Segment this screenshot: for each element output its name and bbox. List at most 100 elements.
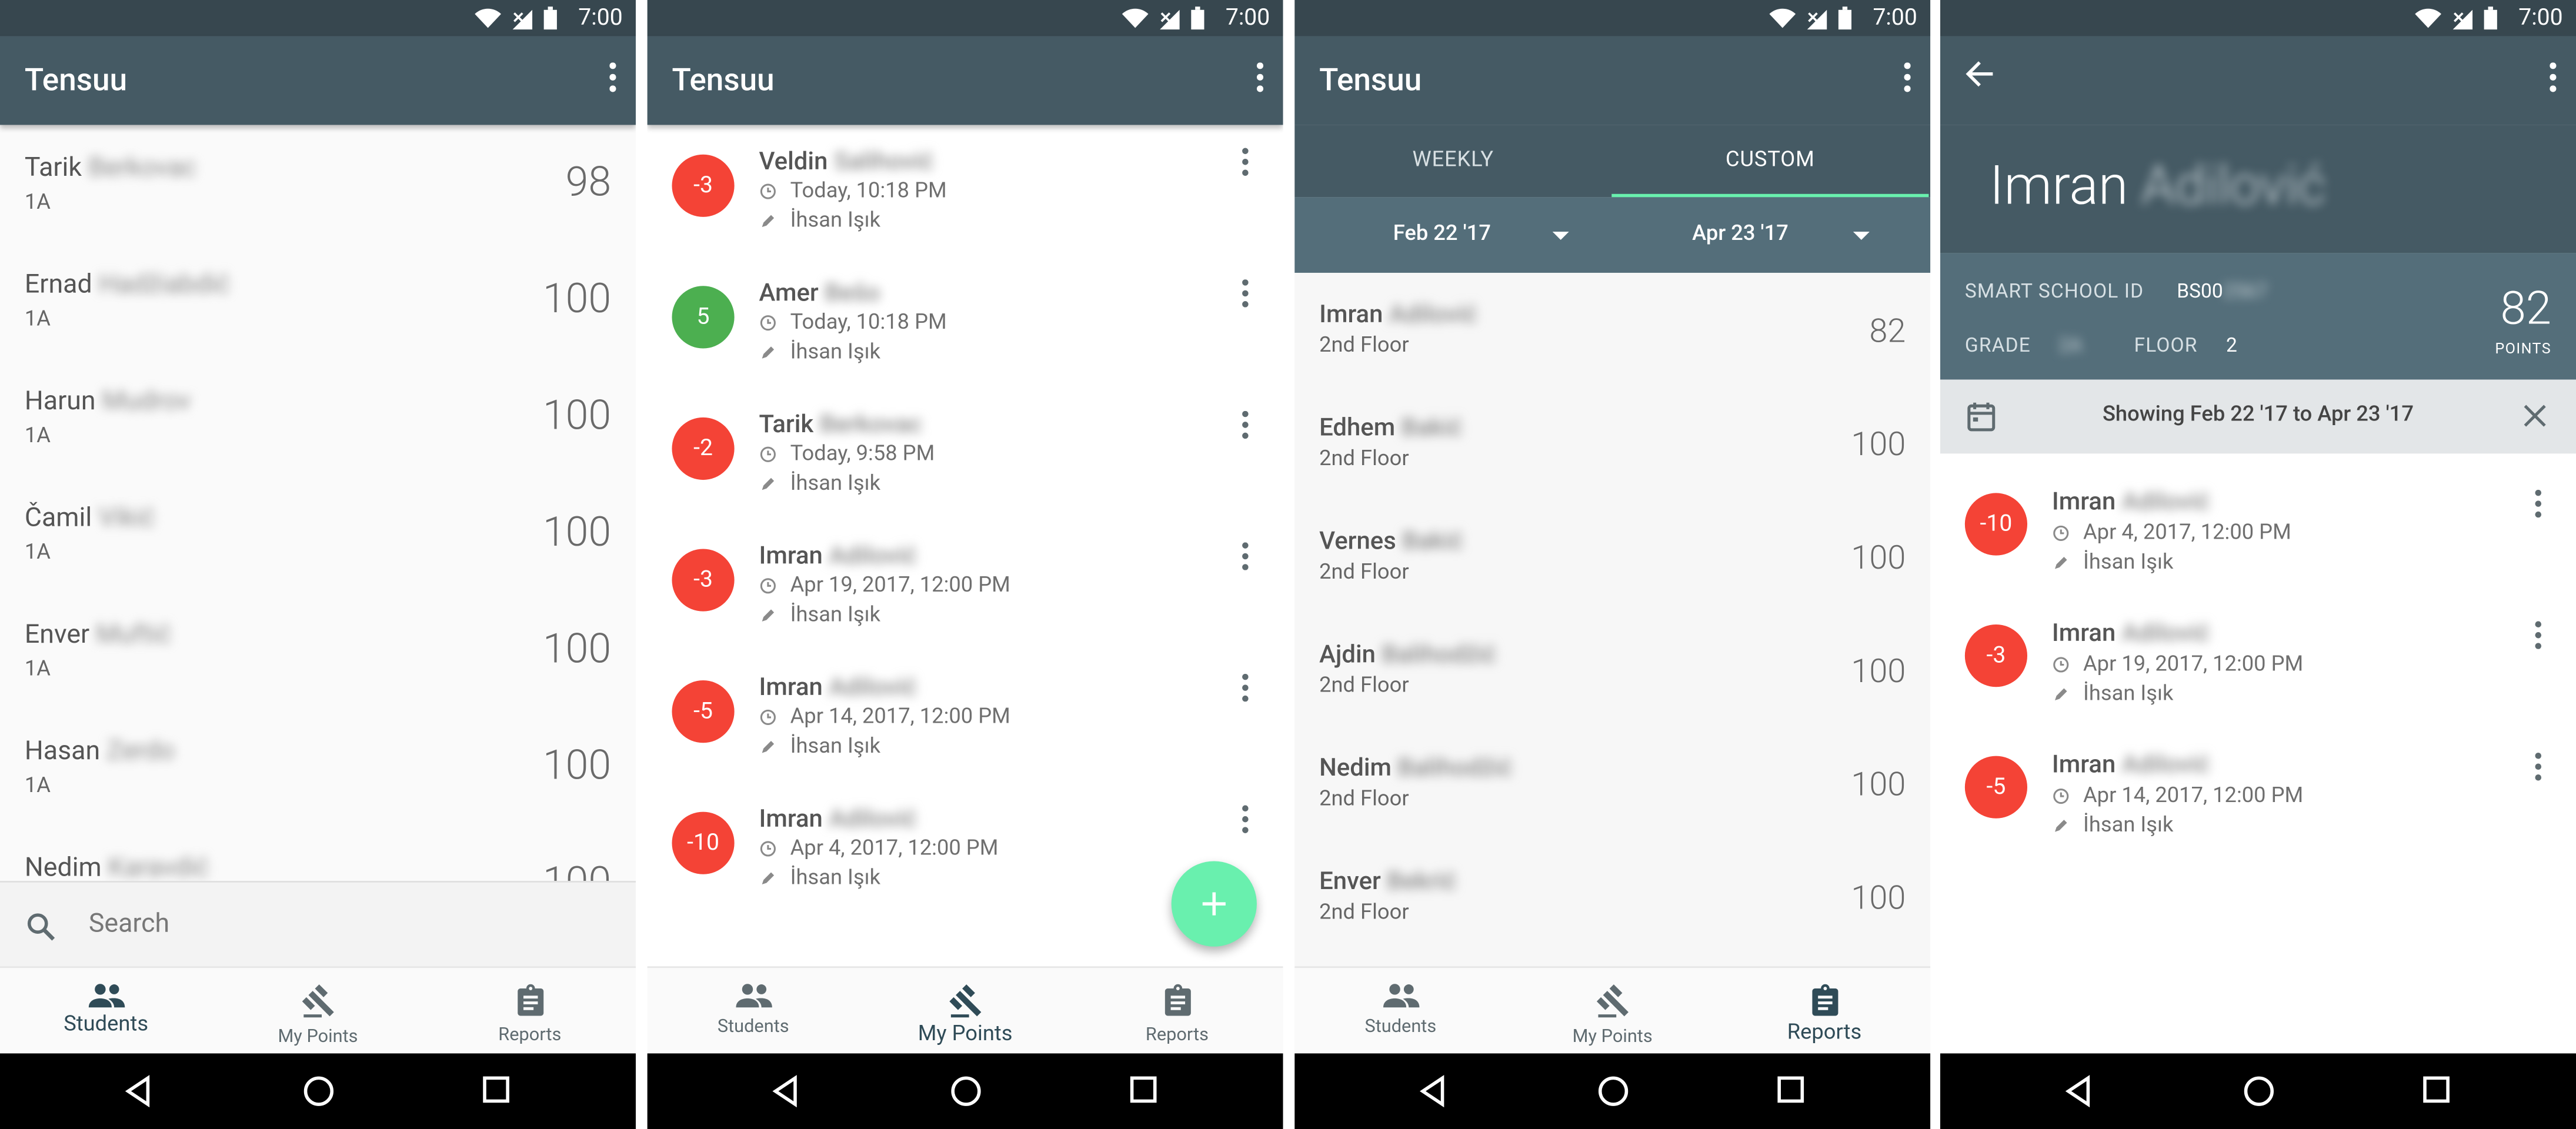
more-options-icon[interactable] [1904,62,1911,92]
app-bar: Tensuu [1294,36,1931,125]
recents-square-icon[interactable] [481,1075,510,1104]
nav-my-points[interactable]: My Points [212,968,423,1055]
point-entry[interactable]: -10 Imran Adilović Apr 4, 2017, 12:00 PM… [1940,463,2576,595]
nav-label: My Points [1572,1025,1653,1047]
more-options-icon[interactable] [2535,753,2541,781]
student-row[interactable]: Čamil Vikić 1A 100 [0,475,636,592]
point-entry[interactable]: -3 Veldin Salihović Today, 10:18 PM İhsa… [648,125,1283,256]
nav-students[interactable]: Students [1294,968,1506,1055]
entry-last-name: Adilović [2121,486,2210,516]
point-entry[interactable]: -3 Imran Adilović Apr 19, 2017, 12:00 PM… [1940,595,2576,727]
entry-author: İhsan Işık [2083,813,2174,839]
date-to-dropdown[interactable]: Apr 23 '17 [1692,197,1788,273]
date-from-dropdown[interactable]: Feb 22 '17 [1393,197,1491,273]
back-triangle-icon[interactable] [2063,1075,2093,1108]
status-bar: 7:00 [0,0,636,36]
report-row[interactable]: Nedim Balihodžić 2nd Floor 100 [1294,726,1930,840]
back-triangle-icon[interactable] [770,1075,800,1108]
app-bar: Tensuu [647,36,1283,125]
student-points: 100 [542,626,612,674]
status-time: 7:00 [1225,5,1270,32]
more-options-icon[interactable] [2535,621,2541,649]
home-circle-icon[interactable] [2243,1075,2275,1108]
nav-label: Reports [498,1024,562,1046]
report-first-name: Nedim [1319,753,1392,783]
point-entry[interactable]: -5 Imran Adilović Apr 14, 2017, 12:00 PM… [1940,726,2576,858]
more-options-icon[interactable] [1242,279,1249,308]
report-first-name: Ajdin [1319,639,1376,669]
home-circle-icon[interactable] [950,1075,983,1108]
nav-students[interactable]: Students [648,968,859,1055]
report-first-name: Vernes [1319,526,1396,556]
close-icon[interactable] [2524,405,2547,427]
more-options-icon[interactable] [2550,62,2556,92]
tab-custom[interactable]: CUSTOM [1611,125,1929,198]
more-options-icon[interactable] [1242,805,1249,833]
report-row[interactable]: Enver Bekrić 2nd Floor 100 [1294,840,1930,953]
date-range-selector: Feb 22 '17 Apr 23 '17 [1294,197,1931,273]
report-last-name: Bakić [1402,526,1463,556]
date-range-banner: Showing Feb 22 '17 to Apr 23 '17 [1940,379,2576,454]
nav-my-points[interactable]: My Points [859,968,1071,1055]
more-options-icon[interactable] [1242,148,1249,176]
more-options-icon[interactable] [1242,674,1249,702]
arrow-back-icon[interactable] [1965,59,1994,89]
student-first-name: Ernad [24,268,92,299]
nav-my-points[interactable]: My Points [1507,968,1719,1055]
point-entry[interactable]: -5 Imran Adilović Apr 14, 2017, 12:00 PM… [648,651,1283,783]
student-last-name: Muftić [96,617,172,649]
clock-icon [759,314,778,332]
no-signal-icon [1160,9,1180,29]
entry-time: Today, 10:18 PM [790,179,947,204]
student-row[interactable]: Hasan Zerdo 1A 100 [0,709,636,825]
more-options-icon[interactable] [1242,542,1249,570]
smart-id-hidden: 2567 [2223,279,2268,303]
home-circle-icon[interactable] [1597,1075,1630,1108]
more-options-icon[interactable] [609,62,616,92]
more-options-icon[interactable] [1242,411,1249,439]
student-row[interactable]: Enver Muftić 1A 100 [0,592,636,708]
home-circle-icon[interactable] [302,1075,335,1108]
entry-author: İhsan Işık [790,340,881,365]
student-row[interactable]: Harun Mudrov 1A 100 [0,358,636,475]
recents-square-icon[interactable] [1129,1075,1158,1104]
report-row[interactable]: Ajdin Balihodžić 2nd Floor 100 [1294,613,1930,726]
gavel-icon [300,983,336,1018]
report-row[interactable]: Imran Adilović 2nd Floor 82 [1294,273,1930,386]
point-value-badge: -3 [672,549,735,612]
point-value-badge: -5 [672,680,735,743]
report-row[interactable]: Edhem Bakić 2nd Floor 100 [1294,386,1930,500]
student-row[interactable]: Tarik Berkovac 1A 98 [0,125,636,241]
report-points: 100 [1851,877,1906,917]
pencil-icon [759,212,778,231]
phone-student-detail-screen: 7:00 Imran Adilović SMART SCHOOL ID BS00… [1940,0,2576,1129]
back-triangle-icon[interactable] [124,1075,153,1108]
tab-weekly[interactable]: WEEKLY [1294,125,1611,197]
more-options-icon[interactable] [1257,62,1263,92]
status-time: 7:00 [1873,5,1917,32]
entry-first-name: Imran [759,672,823,702]
pencil-icon [2052,685,2070,703]
student-row[interactable]: Ernad Hadžiabdić 1A 100 [0,242,636,358]
report-floor: 2nd Floor [1319,673,1409,699]
nav-reports[interactable]: Reports [1719,968,1930,1055]
status-bar: 7:00 [1294,0,1931,36]
app-title: Tensuu [24,61,128,99]
report-row[interactable]: Vernes Bakić 2nd Floor 100 [1294,500,1930,613]
add-point-fab[interactable] [1171,861,1257,947]
point-entry[interactable]: -2 Tarik Berkovac Today, 9:58 PM İhsan I… [648,388,1283,520]
status-icons [2415,6,2497,30]
point-entry[interactable]: 5 Amer Bešo Today, 10:18 PM İhsan Işık [648,256,1283,388]
recents-square-icon[interactable] [1776,1075,1806,1104]
more-options-icon[interactable] [2535,490,2541,518]
nav-students[interactable]: Students [0,968,212,1055]
point-entry[interactable]: -3 Imran Adilović Apr 19, 2017, 12:00 PM… [648,519,1283,651]
search-input[interactable] [85,905,585,940]
clock-icon [759,182,778,201]
student-class: 1A [24,657,51,682]
recents-square-icon[interactable] [2421,1075,2451,1104]
no-signal-icon [2452,9,2473,29]
nav-reports[interactable]: Reports [1071,968,1283,1055]
back-triangle-icon[interactable] [1418,1075,1447,1108]
nav-reports[interactable]: Reports [424,968,636,1055]
